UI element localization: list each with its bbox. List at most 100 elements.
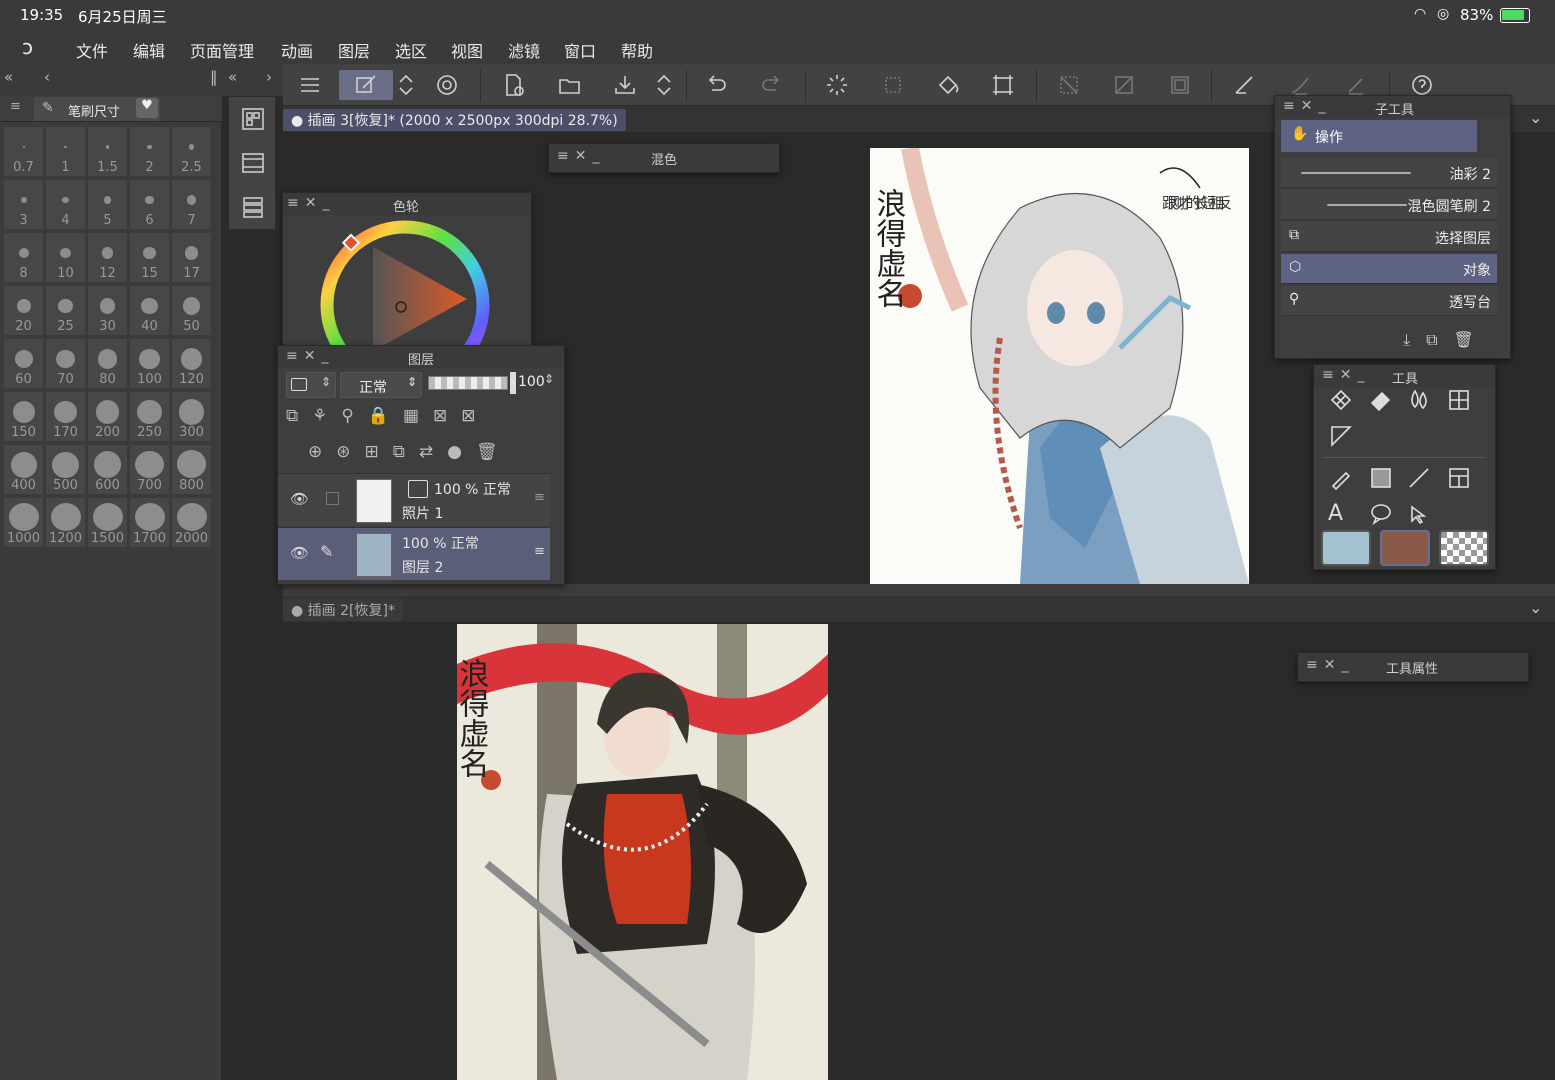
brush-size-option[interactable]: 17 xyxy=(171,232,212,283)
brush-size-option[interactable]: 0.7 xyxy=(3,126,44,177)
brush-size-option[interactable]: 400 xyxy=(3,444,44,495)
brush-size-option[interactable]: 50 xyxy=(171,285,212,336)
artwork-canvas-1[interactable]: 浪得虚名 跟刚才的长短相反 xyxy=(870,148,1249,584)
pen-tool-icon[interactable] xyxy=(1328,465,1356,493)
panel-controls[interactable]: ≡✕_ xyxy=(557,148,605,164)
panel-controls[interactable]: ≡✕_ xyxy=(286,348,334,364)
brush-size-option[interactable]: 60 xyxy=(3,338,44,389)
chevron-right-icon[interactable]: › xyxy=(266,68,272,86)
brush-size-option[interactable]: 80 xyxy=(87,338,128,389)
color-wheel[interactable] xyxy=(315,215,495,352)
layer-color-dropdown[interactable]: ⇕ xyxy=(286,372,336,398)
layer-drag-handle-icon[interactable]: ≡ xyxy=(534,490,545,505)
brush-size-option[interactable]: 2 xyxy=(129,126,170,177)
brush-size-option[interactable]: 2000 xyxy=(171,497,212,548)
canvas-area-2[interactable]: 浪得虚名 xyxy=(283,622,1555,1080)
operation-tool-icon[interactable] xyxy=(1406,501,1434,529)
crop-icon[interactable] xyxy=(986,70,1020,100)
menu-icon[interactable] xyxy=(293,70,327,100)
invert-selection-icon[interactable] xyxy=(1107,70,1141,100)
brush-size-option[interactable]: 800 xyxy=(171,444,212,495)
visibility-eye-icon[interactable]: 👁 xyxy=(290,490,309,508)
menu-edit[interactable]: 编辑 xyxy=(133,38,165,62)
redo-icon[interactable] xyxy=(755,70,789,100)
subtool-group-tab[interactable]: ✋ 操作 xyxy=(1281,120,1477,152)
layer-row[interactable]: 👁 ✎ 100 % 正常 图层 2 ≡ xyxy=(278,527,550,580)
balloon-tool-icon[interactable] xyxy=(1368,501,1396,529)
layer-row[interactable]: 👁 100 % 正常 照片 1 ≡ xyxy=(278,473,550,526)
text-tool-icon[interactable]: A xyxy=(1328,501,1356,529)
menu-help[interactable]: 帮助 xyxy=(621,38,653,62)
brush-size-option[interactable]: 3 xyxy=(3,179,44,230)
brush-size-option[interactable]: 500 xyxy=(45,444,86,495)
visibility-eye-icon[interactable]: 👁 xyxy=(290,544,309,562)
brush-size-option[interactable]: 120 xyxy=(171,338,212,389)
subtool-item[interactable]: ⧉ 选择图层 xyxy=(1281,222,1497,252)
collapse-right-icon[interactable]: « xyxy=(228,68,237,86)
loading-icon[interactable] xyxy=(820,70,854,100)
brush-size-option[interactable]: 1500 xyxy=(87,497,128,548)
brush-size-option[interactable]: 10 xyxy=(45,232,86,283)
opacity-value[interactable]: 100 xyxy=(518,374,545,390)
save-icon[interactable] xyxy=(608,70,642,100)
subtool-item[interactable]: 油彩 2 xyxy=(1281,158,1497,188)
mode-stepper-icon[interactable] xyxy=(391,70,421,100)
menu-animation[interactable]: 动画 xyxy=(281,38,313,62)
subtool-item[interactable]: ⬡ 对象 xyxy=(1281,254,1497,284)
selection-border-icon[interactable] xyxy=(1163,70,1197,100)
brush-size-option[interactable]: 15 xyxy=(129,232,170,283)
blur-tool-icon[interactable] xyxy=(1406,387,1434,415)
brush-size-option[interactable]: 70 xyxy=(45,338,86,389)
brush-size-option[interactable]: 25 xyxy=(45,285,86,336)
brush-size-option[interactable]: 700 xyxy=(129,444,170,495)
panel-controls[interactable]: ≡✕_ xyxy=(1306,657,1354,673)
collapse-left-icon[interactable]: « xyxy=(4,68,13,86)
new-document-icon[interactable] xyxy=(497,70,531,100)
brush-size-option[interactable]: 1000 xyxy=(3,497,44,548)
brush-size-option[interactable]: 250 xyxy=(129,391,170,442)
opacity-slider-handle[interactable] xyxy=(510,372,516,394)
app-logo-icon[interactable]: ↄ xyxy=(22,35,33,59)
brush-size-option[interactable]: 40 xyxy=(129,285,170,336)
document-tab-1[interactable]: ● 插画 3[恢复]* (2000 x 2500px 300dpi 28.7%) xyxy=(283,109,626,131)
fill-icon[interactable] xyxy=(931,70,965,100)
menu-view[interactable]: 视图 xyxy=(451,38,483,62)
simple-mode-button[interactable] xyxy=(339,70,393,100)
brush-size-option[interactable]: 1 xyxy=(45,126,86,177)
brush-size-option[interactable]: 1.5 xyxy=(87,126,128,177)
line-tool-icon[interactable] xyxy=(1406,465,1434,493)
layer-tool-row-2[interactable]: ⊕⊛⊞⧉⇄●🗑 xyxy=(308,442,558,464)
figure-tool-icon[interactable] xyxy=(1446,387,1474,415)
chevron-down-icon[interactable]: ⌄ xyxy=(1529,108,1542,127)
layer-drag-handle-icon[interactable]: ≡ xyxy=(534,544,545,559)
split-divider[interactable] xyxy=(283,584,1555,596)
ruler-tool-icon[interactable] xyxy=(1328,423,1356,451)
layer-lock-checkbox[interactable] xyxy=(326,492,339,505)
menu-page-management[interactable]: 页面管理 xyxy=(190,38,254,62)
panel-menu-icon[interactable]: ≡ xyxy=(10,99,21,114)
subtool-item[interactable]: ⚲ 透写台 xyxy=(1281,286,1497,316)
menu-filter[interactable]: 滤镜 xyxy=(508,38,540,62)
brush-size-option[interactable]: 600 xyxy=(87,444,128,495)
ruler-icon[interactable] xyxy=(1227,70,1261,100)
chevron-left-icon[interactable]: ‹ xyxy=(44,68,50,86)
brush-size-option[interactable]: 30 xyxy=(87,285,128,336)
brush-size-option[interactable]: 300 xyxy=(171,391,212,442)
timeline-icon[interactable] xyxy=(241,151,265,175)
brush-size-option[interactable]: 5 xyxy=(87,179,128,230)
brush-size-option[interactable]: 7 xyxy=(171,179,212,230)
brush-size-option[interactable]: 2.5 xyxy=(171,126,212,177)
opacity-stepper-icon[interactable]: ⇕ xyxy=(544,372,554,386)
main-color-swatch[interactable] xyxy=(1321,530,1371,566)
panel-controls[interactable]: ≡✕_ xyxy=(287,195,335,211)
brush-size-option[interactable]: 4 xyxy=(45,179,86,230)
layer-property-icon[interactable] xyxy=(241,195,265,219)
sub-color-swatch[interactable] xyxy=(1380,530,1430,566)
dock-handle-icon[interactable]: ‖ xyxy=(210,68,218,86)
artwork-canvas-2[interactable]: 浪得虚名 xyxy=(457,624,828,1080)
subtool-item[interactable]: 混色圆笔刷 2 xyxy=(1281,190,1497,220)
brush-size-option[interactable]: 100 xyxy=(129,338,170,389)
favorite-icon[interactable]: ♥ xyxy=(136,98,158,118)
subtool-actions[interactable]: ⤓⧉🗑 xyxy=(1403,330,1503,350)
open-folder-icon[interactable] xyxy=(553,70,587,100)
